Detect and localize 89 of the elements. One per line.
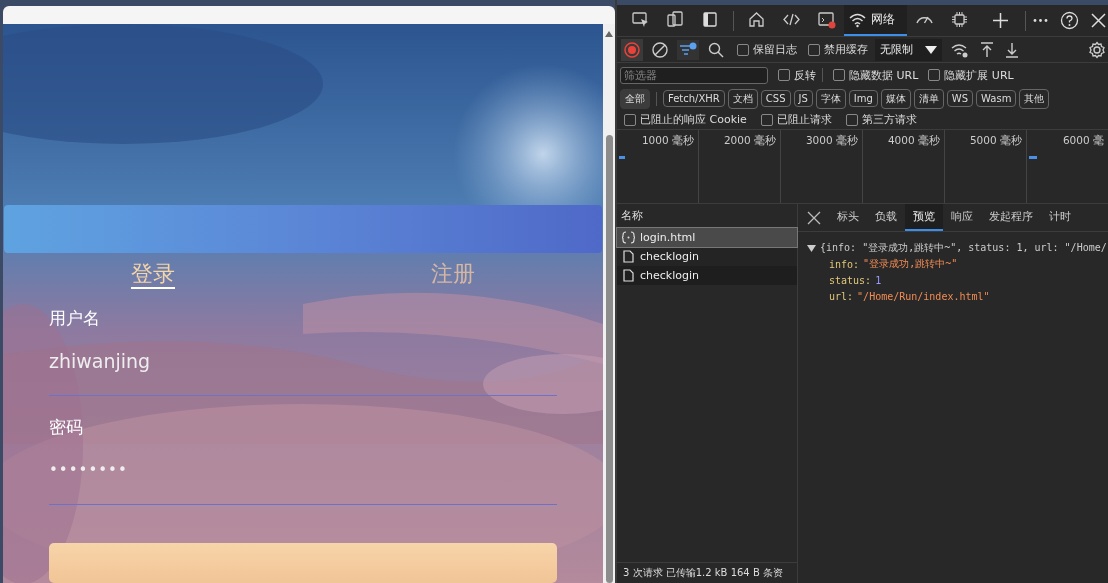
chip-icon bbox=[950, 10, 969, 29]
detail-tab[interactable]: 预览 bbox=[905, 204, 943, 231]
expanded-triangle-icon[interactable] bbox=[807, 243, 816, 253]
type-filter-chip[interactable]: 清单 bbox=[913, 88, 944, 109]
json-value: "/Home/Run/index.html" bbox=[857, 290, 990, 302]
status-text: 3 次请求 已传输1.2 kB 164 B 条资 bbox=[623, 566, 783, 580]
checkbox[interactable] bbox=[760, 113, 773, 126]
braces-icon bbox=[622, 231, 635, 244]
file-icon bbox=[622, 250, 635, 263]
json-value: 1 bbox=[875, 274, 882, 286]
filter-field[interactable]: 筛选器 bbox=[620, 66, 768, 84]
caret-icon bbox=[925, 45, 937, 54]
type-filter-chip[interactable]: 全部 bbox=[620, 88, 650, 109]
checkbox[interactable] bbox=[808, 43, 820, 56]
detail-tab[interactable]: 标头 bbox=[829, 204, 867, 231]
close-icon[interactable] bbox=[1089, 11, 1108, 30]
checkbox[interactable] bbox=[833, 69, 845, 81]
field-label: 密码 bbox=[49, 416, 84, 439]
network-tab[interactable]: 网络 bbox=[844, 5, 907, 36]
type-filter-chip[interactable]: Img bbox=[848, 90, 878, 107]
type-filter-chip[interactable]: Fetch/XHR bbox=[663, 90, 725, 107]
console-icon bbox=[817, 10, 836, 29]
request-name: checklogin bbox=[640, 250, 699, 263]
type-filter-chip[interactable]: 字体 bbox=[815, 88, 846, 109]
detail-tab[interactable]: 计时 bbox=[1041, 204, 1079, 231]
type-filter-chip[interactable]: 媒体 bbox=[880, 88, 911, 109]
detail-tab[interactable]: 发起程序 bbox=[981, 204, 1041, 231]
json-key: info: bbox=[829, 258, 860, 270]
record-icon bbox=[624, 41, 640, 58]
settings-icon[interactable] bbox=[1088, 40, 1106, 59]
timeline-tick: 2000 毫秒 bbox=[723, 134, 776, 148]
search-icon[interactable] bbox=[708, 41, 724, 58]
column-header: 名称 bbox=[621, 208, 643, 223]
tab-label: 网络 bbox=[871, 11, 895, 28]
request-name: checklogin bbox=[640, 269, 699, 282]
network-settings-icon[interactable] bbox=[951, 41, 969, 58]
field-label: 用户名 bbox=[49, 307, 101, 330]
timeline-tick: 5000 毫秒 bbox=[969, 134, 1022, 148]
help-icon[interactable] bbox=[1060, 11, 1079, 30]
timeline-tick: 3000 毫秒 bbox=[805, 134, 858, 148]
checkbox-label: 反转 bbox=[794, 67, 816, 83]
clear-icon[interactable] bbox=[652, 41, 668, 58]
checkbox[interactable] bbox=[624, 113, 636, 126]
checkbox[interactable] bbox=[845, 113, 858, 126]
timeline-tick: 4000 毫秒 bbox=[887, 134, 940, 148]
upload-icon[interactable] bbox=[980, 41, 994, 58]
type-filter-chip[interactable]: Wasm bbox=[976, 90, 1017, 107]
checkbox-label: 已阻止请求 bbox=[776, 112, 832, 127]
json-value: "登录成功,跳转中~" bbox=[863, 257, 958, 271]
device-icon bbox=[666, 10, 685, 29]
request-row[interactable]: login.html bbox=[617, 228, 797, 247]
checkbox-label: 已阻止的响应 Cookie bbox=[640, 112, 747, 127]
timeline-tick: 1000 毫秒 bbox=[641, 134, 694, 148]
type-filter-chip[interactable]: CSS bbox=[760, 90, 791, 107]
request-name: login.html bbox=[640, 231, 696, 244]
file-icon bbox=[622, 269, 635, 282]
record-button[interactable] bbox=[621, 38, 643, 61]
type-filter-chip[interactable]: WS bbox=[946, 90, 974, 107]
filter-icon bbox=[679, 41, 697, 58]
download-icon[interactable] bbox=[1005, 41, 1019, 58]
checkbox-label: 保留日志 bbox=[753, 42, 797, 57]
json-key: url: bbox=[829, 290, 854, 302]
checkbox-label: 禁用缓存 bbox=[824, 42, 868, 57]
detail-tab[interactable]: 响应 bbox=[943, 204, 981, 231]
checkbox-label: 第三方请求 bbox=[861, 112, 917, 127]
type-filter-chip[interactable]: 文档 bbox=[727, 88, 758, 109]
checkbox[interactable] bbox=[778, 69, 790, 81]
checkbox-label: 隐藏扩展 URL bbox=[944, 67, 1014, 83]
timeline-bar bbox=[1029, 156, 1037, 159]
checkbox-label: 隐藏数据 URL bbox=[849, 67, 919, 83]
filter-button[interactable] bbox=[677, 39, 699, 60]
inspect-icon bbox=[631, 10, 650, 29]
checkbox[interactable] bbox=[928, 69, 941, 81]
type-filter-chip[interactable]: 其他 bbox=[1019, 88, 1050, 109]
type-filter-chip[interactable]: JS bbox=[793, 90, 813, 107]
json-key: status: bbox=[829, 274, 872, 286]
json-summary: {info: "登录成功,跳转中~", status: 1, url: "/Home/ bbox=[820, 241, 1107, 255]
checkbox[interactable] bbox=[737, 43, 749, 56]
close-icon[interactable] bbox=[807, 210, 821, 225]
sidebar-icon bbox=[701, 10, 720, 29]
timeline-bar bbox=[619, 156, 625, 159]
dropdown-value: 无限制 bbox=[880, 42, 913, 57]
detail-tab[interactable]: 负载 bbox=[867, 204, 905, 231]
request-row[interactable]: checklogin bbox=[617, 266, 797, 285]
home-icon bbox=[747, 10, 766, 29]
timeline-tick: 6000 毫 bbox=[1062, 134, 1104, 148]
scrollbar[interactable] bbox=[603, 24, 615, 583]
throttle-dropdown[interactable]: 无限制 bbox=[875, 38, 942, 61]
add-icon[interactable] bbox=[991, 11, 1010, 30]
